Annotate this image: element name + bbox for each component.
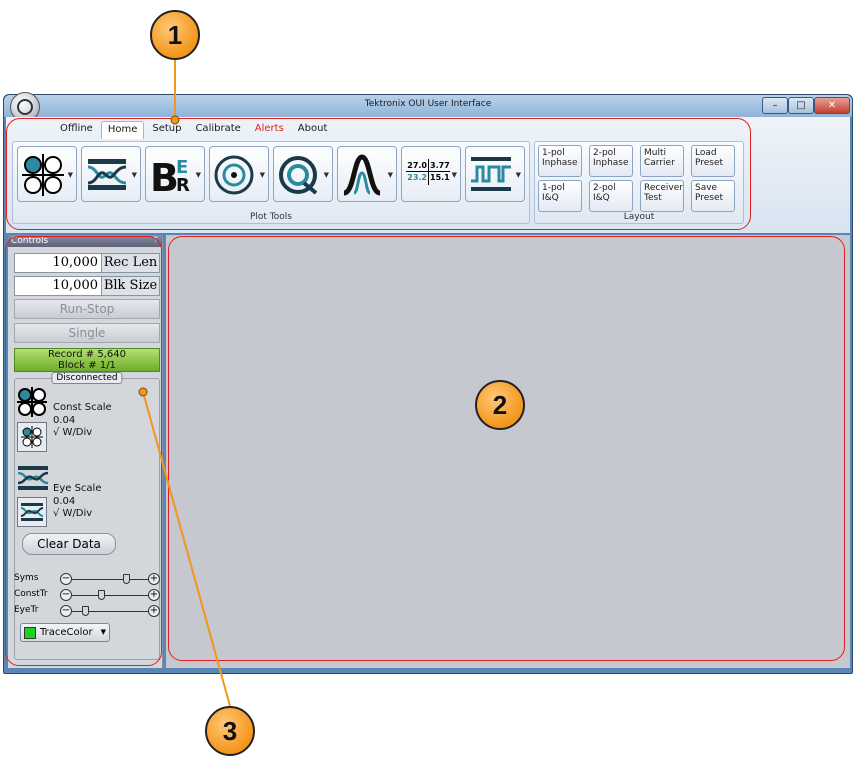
plot-area-highlight <box>168 236 845 661</box>
maximize-button[interactable]: □ <box>788 97 814 114</box>
controls-highlight <box>5 236 162 666</box>
window-title: Tektronix OUI User Interface <box>364 99 492 109</box>
minimize-button[interactable]: – <box>762 97 788 114</box>
ribbon-highlight <box>6 118 751 230</box>
annotation-1: 1 <box>150 10 200 60</box>
title-bar: Tektronix OUI User Interface – □ ✕ <box>4 95 852 117</box>
close-button[interactable]: ✕ <box>814 97 850 114</box>
annotation-3: 3 <box>205 706 255 756</box>
annotation-2: 2 <box>475 380 525 430</box>
